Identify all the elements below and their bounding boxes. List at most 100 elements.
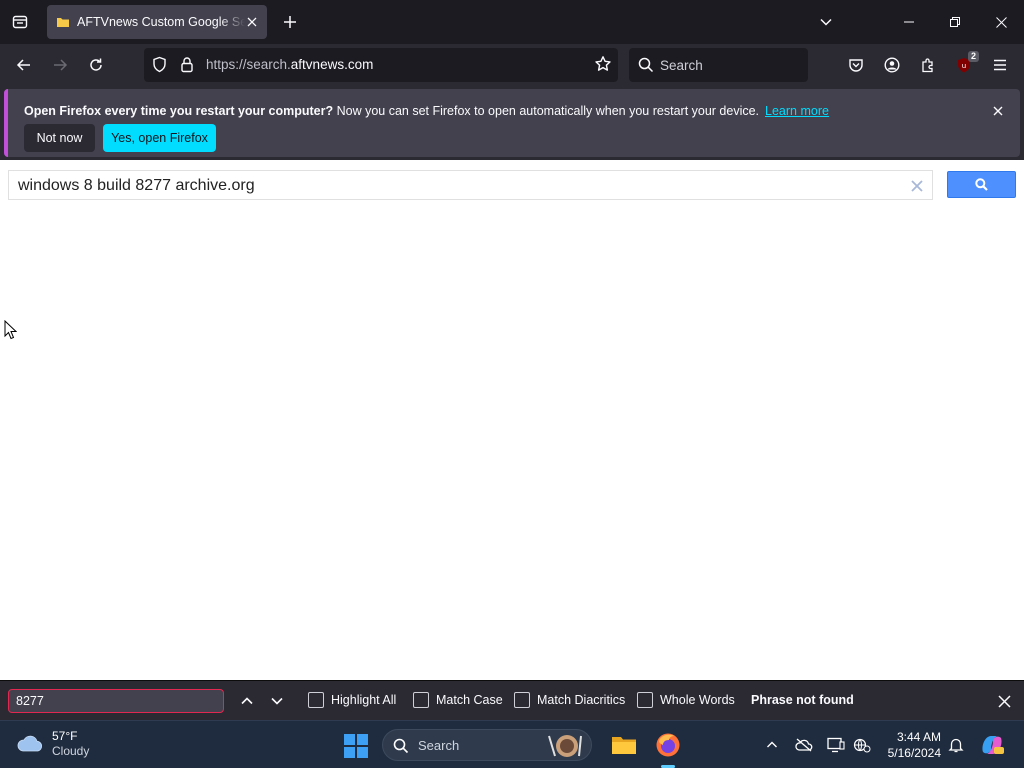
match-diacritics-label: Match Diacritics: [537, 693, 626, 707]
clock-date: 5/16/2024: [887, 746, 941, 760]
show-hidden-icons-button[interactable]: [762, 735, 782, 755]
notifications-button[interactable]: [946, 735, 966, 755]
file-explorer-button[interactable]: [608, 729, 640, 761]
firefox-view-icon: [12, 15, 28, 29]
cloud-off-icon: [795, 738, 813, 752]
highlight-all-label: Highlight All: [331, 693, 397, 707]
page-content: windows 8 build 8277 archive.org: [0, 160, 1024, 680]
folder-favicon-icon: [57, 18, 69, 27]
find-input[interactable]: 8277: [8, 689, 224, 713]
windows-taskbar: 57°F Cloudy Search 3:44 AM 5/16/2024: [0, 720, 1024, 768]
minimize-button[interactable]: [886, 0, 932, 44]
bell-icon: [948, 738, 964, 753]
app-menu-button[interactable]: [986, 51, 1014, 79]
restart-notification-bar: Open Firefox every time you restart your…: [4, 89, 1020, 157]
checkbox-box: [514, 692, 530, 708]
bookmark-star-icon[interactable]: [594, 55, 612, 73]
whole-words-checkbox[interactable]: Whole Words: [637, 692, 735, 708]
system-clock[interactable]: 3:44 AM 5/16/2024: [880, 729, 941, 761]
extension-badge: 2: [967, 51, 979, 62]
weather-text: 57°F Cloudy: [52, 729, 89, 759]
find-next-button[interactable]: [265, 689, 289, 713]
forward-button[interactable]: [46, 51, 74, 79]
onedrive-offline-icon[interactable]: [794, 735, 814, 755]
network-globe-icon: [853, 738, 871, 753]
minimize-icon: [904, 21, 914, 23]
google-search-input[interactable]: windows 8 build 8277 archive.org: [8, 170, 933, 200]
navigation-toolbar: https://search.aftvnews.com Search u 2: [0, 44, 1024, 86]
pocket-icon: [849, 59, 863, 72]
match-diacritics-checkbox[interactable]: Match Diacritics: [514, 692, 625, 708]
mouse-cursor-icon: [4, 320, 17, 340]
hamburger-menu-icon: [994, 59, 1006, 71]
svg-text:u: u: [962, 62, 966, 70]
highlight-all-checkbox[interactable]: Highlight All: [308, 692, 396, 708]
lock-icon[interactable]: [179, 56, 195, 73]
match-case-checkbox[interactable]: Match Case: [413, 692, 503, 708]
yes-open-firefox-button[interactable]: Yes, open Firefox: [103, 124, 216, 152]
match-case-label: Match Case: [436, 693, 503, 707]
search-bar-placeholder: Search: [660, 58, 703, 73]
not-now-button[interactable]: Not now: [24, 124, 95, 152]
google-search-query: windows 8 build 8277 archive.org: [18, 177, 255, 194]
tab-close-button[interactable]: [243, 13, 261, 31]
chevron-up-icon: [767, 741, 777, 748]
tab-title: AFTVnews Custom Google Search: [77, 15, 245, 29]
display-tray-icon[interactable]: [826, 735, 846, 755]
address-bar[interactable]: https://search.aftvnews.com: [144, 48, 618, 82]
firefox-logo-icon: [656, 733, 680, 757]
weather-widget[interactable]: 57°F Cloudy: [16, 729, 89, 759]
clear-x-icon: [911, 180, 923, 192]
notification-area: Open Firefox every time you restart your…: [0, 86, 1024, 160]
network-tray-icon[interactable]: [852, 735, 872, 755]
list-all-tabs-button[interactable]: [814, 10, 838, 34]
firefox-view-button[interactable]: [6, 8, 34, 36]
find-close-button[interactable]: [994, 691, 1014, 711]
new-tab-button[interactable]: [278, 10, 302, 34]
checkbox-box: [308, 692, 324, 708]
copilot-logo-icon: [982, 736, 1004, 754]
copilot-button[interactable]: [976, 729, 1008, 761]
cloud-icon: [17, 735, 43, 752]
tracking-shield-icon[interactable]: [151, 56, 168, 73]
search-bar[interactable]: Search: [629, 48, 808, 82]
restore-button[interactable]: [932, 0, 978, 44]
chevron-up-icon: [241, 697, 253, 705]
magnifier-icon: [975, 178, 988, 191]
close-icon: [247, 17, 257, 27]
learn-more-link[interactable]: Learn more: [765, 104, 829, 118]
notification-close-button[interactable]: [988, 101, 1008, 121]
close-icon: [993, 106, 1003, 116]
find-previous-button[interactable]: [235, 689, 259, 713]
puzzle-icon: [922, 58, 933, 73]
temperature: 57°F: [52, 729, 78, 743]
tab-bar: AFTVnews Custom Google Search: [0, 0, 1024, 44]
monitor-icon: [827, 737, 845, 753]
clock-time: 3:44 AM: [896, 730, 941, 744]
ublock-extension-button[interactable]: u 2: [950, 51, 979, 79]
active-tab[interactable]: AFTVnews Custom Google Search: [47, 5, 267, 39]
close-icon: [997, 694, 1011, 708]
extensions-button[interactable]: [914, 51, 942, 79]
account-button[interactable]: [878, 51, 906, 79]
pocket-button[interactable]: [842, 51, 870, 79]
chevron-down-icon: [820, 18, 832, 26]
restore-icon: [950, 17, 960, 27]
back-button[interactable]: [10, 51, 38, 79]
reload-button[interactable]: [82, 51, 110, 79]
notification-bold-text: Open Firefox every time you restart your…: [24, 104, 334, 118]
url-host: aftvnews.com: [290, 57, 374, 72]
taskbar-search-box[interactable]: Search: [382, 729, 592, 761]
plus-icon: [284, 16, 296, 28]
firefox-taskbar-button[interactable]: [652, 729, 684, 761]
notification-body-text: Now you can set Firefox to open automati…: [333, 104, 760, 118]
checkbox-box: [413, 692, 429, 708]
url-text[interactable]: https://search.aftvnews.com: [206, 57, 373, 72]
search-highlight-illustration-icon: [548, 735, 582, 757]
google-search-button[interactable]: [947, 171, 1016, 198]
close-window-button[interactable]: [978, 0, 1024, 44]
windows-start-icon[interactable]: [343, 733, 369, 759]
search-icon: [638, 57, 654, 73]
clear-search-button[interactable]: [908, 177, 926, 195]
close-icon: [995, 16, 1007, 28]
